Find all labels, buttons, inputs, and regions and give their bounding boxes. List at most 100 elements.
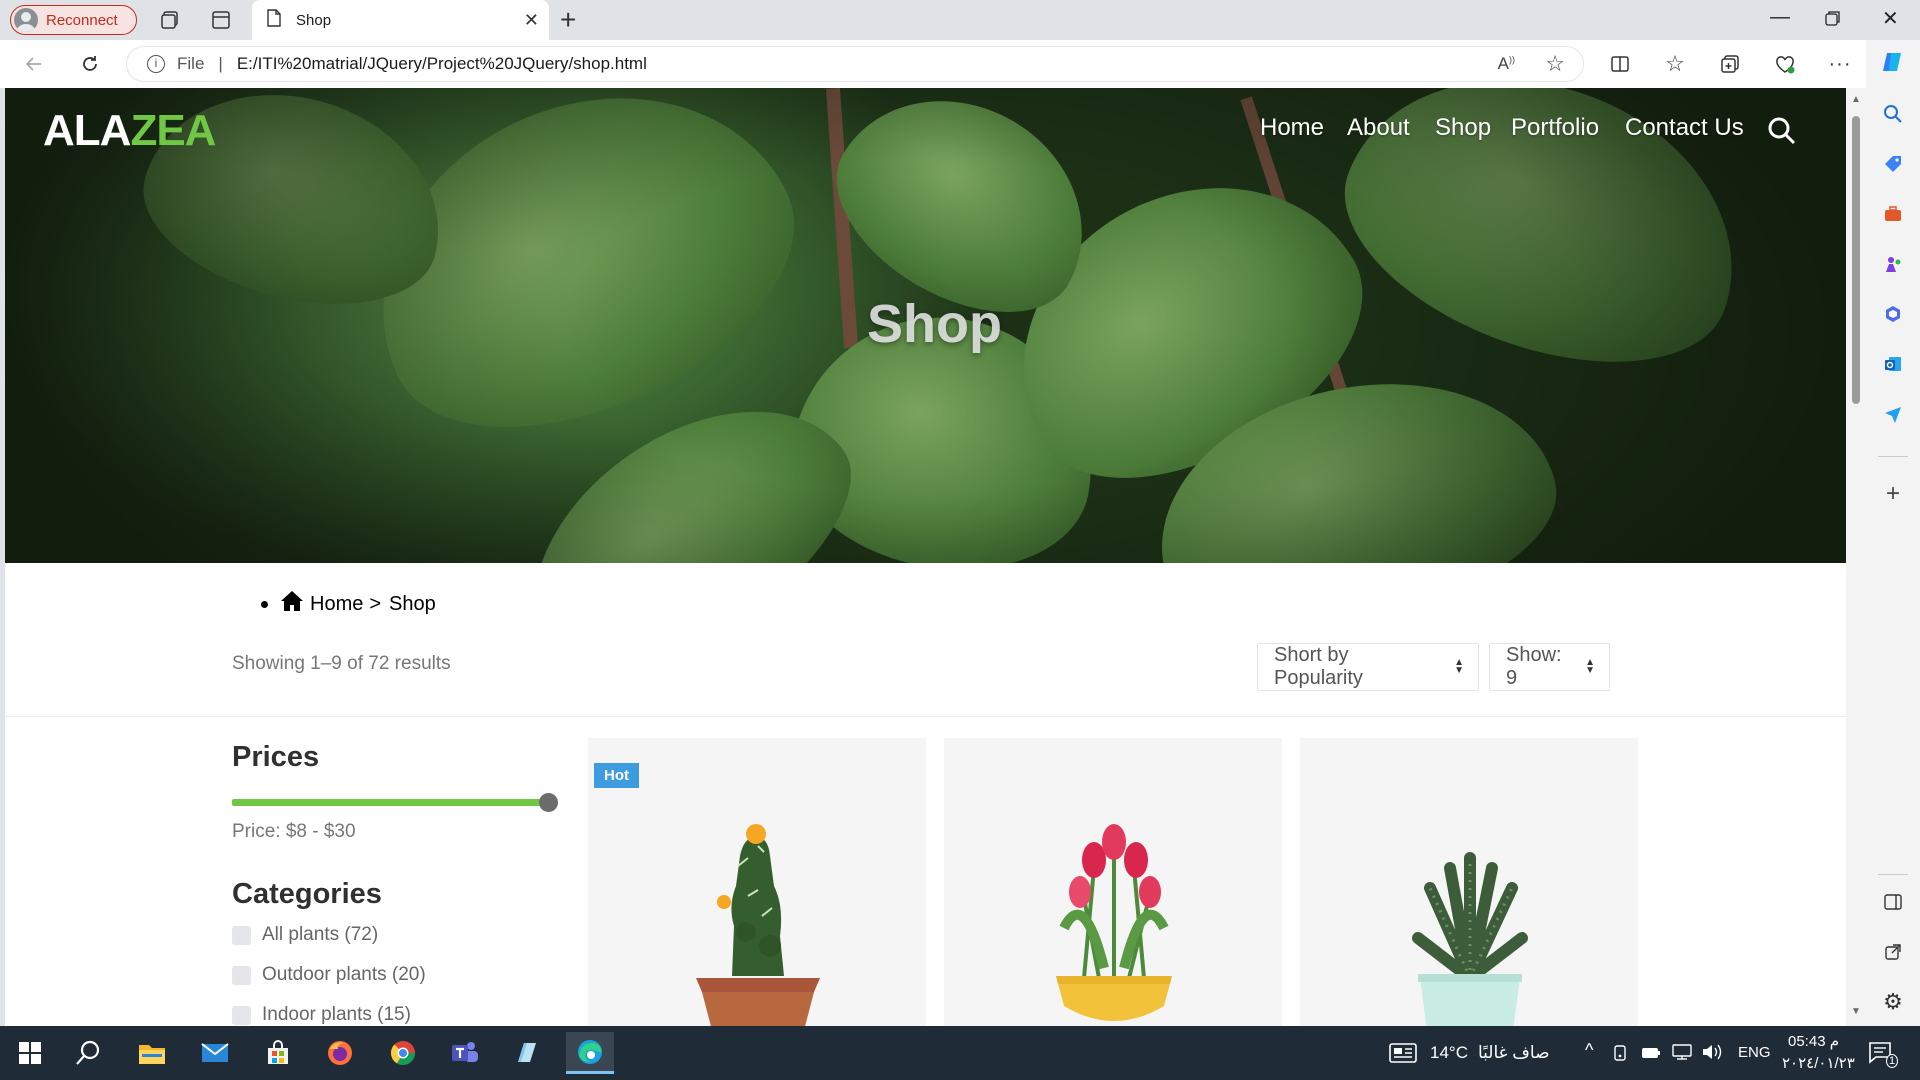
address-bar[interactable]: i File | E:/ITI%20matrial/JQuery/Project… (126, 46, 1584, 82)
nav-contact-us[interactable]: Contact Us (1625, 114, 1744, 142)
games-icon[interactable] (1881, 252, 1905, 276)
open-external-icon[interactable] (1881, 940, 1905, 964)
checkbox[interactable] (232, 925, 251, 945)
microsoft-store-icon[interactable] (254, 1032, 302, 1074)
edge-browser-icon[interactable] (566, 1032, 614, 1074)
device-icon[interactable] (1612, 1045, 1628, 1066)
site-info-icon[interactable]: i (147, 55, 165, 73)
close-tab-icon[interactable]: ✕ (524, 10, 539, 31)
close-window-icon[interactable]: ✕ (1882, 6, 1899, 31)
sort-select[interactable]: Short by Popularity ▲ ▼ (1257, 643, 1479, 691)
divider (1878, 874, 1908, 875)
page-viewport: ALAZEA Home About Shop Portfolio Contact… (5, 88, 1846, 1026)
product-card[interactable] (1300, 738, 1638, 1026)
browser-essentials-icon[interactable] (1771, 50, 1799, 78)
breadcrumb-home[interactable]: Home (310, 593, 363, 616)
nav-shop[interactable]: Shop (1435, 114, 1491, 142)
reconnect-label: Reconnect (46, 11, 118, 29)
hero-banner: ALAZEA Home About Shop Portfolio Contact… (5, 88, 1846, 563)
tab-shop[interactable]: Shop ✕ (252, 0, 549, 40)
back-icon[interactable] (20, 50, 48, 78)
nav-about[interactable]: About (1347, 114, 1410, 142)
battery-icon[interactable] (1641, 1046, 1661, 1064)
tools-briefcase-icon[interactable] (1881, 202, 1905, 226)
tulip-plant-image (1056, 824, 1172, 1021)
hide-sidebar-icon[interactable] (1881, 890, 1905, 914)
nav-portfolio[interactable]: Portfolio (1511, 114, 1599, 142)
address-bar-row: i File | E:/ITI%20matrial/JQuery/Project… (0, 40, 1920, 88)
select-arrows-icon: ▲ ▼ (1454, 657, 1464, 676)
copilot-icon[interactable] (1881, 50, 1905, 74)
breadcrumb-separator: > (369, 592, 382, 615)
microsoft-365-icon[interactable] (1881, 302, 1905, 326)
collections-icon[interactable] (1716, 50, 1744, 78)
file-label: File (177, 54, 205, 73)
site-logo[interactable]: ALAZEA (43, 106, 216, 156)
category-checkbox-outdoor[interactable]: Outdoor plants (20) (232, 964, 426, 986)
windows-start-icon[interactable] (6, 1032, 54, 1074)
checkbox[interactable] (232, 1005, 251, 1025)
show-count-select[interactable]: Show: 9 ▲ ▼ (1489, 643, 1610, 691)
price-slider-handle[interactable] (539, 793, 558, 812)
outlook-icon[interactable] (1881, 352, 1905, 376)
clock-time[interactable]: 05:43 م (1788, 1032, 1839, 1050)
shopping-tag-icon[interactable] (1881, 152, 1905, 176)
page-scrollbar[interactable]: ▲ ▼ (1846, 88, 1866, 1026)
bullet (261, 600, 268, 608)
refresh-icon[interactable] (76, 50, 104, 78)
volume-icon[interactable] (1701, 1043, 1723, 1066)
vertical-tabs-icon[interactable] (209, 8, 233, 32)
add-sidebar-app-icon[interactable]: + (1881, 480, 1905, 507)
new-tab-button[interactable]: + (560, 4, 576, 36)
divider (1878, 456, 1908, 457)
product-card[interactable] (944, 738, 1282, 1026)
search-icon[interactable] (1767, 116, 1797, 151)
favorites-icon[interactable]: ☆ (1661, 50, 1689, 78)
file-explorer-icon[interactable] (128, 1032, 176, 1074)
hero-title: Shop (867, 294, 1002, 354)
separator: | (218, 54, 223, 73)
minimize-icon[interactable]: — (1770, 6, 1790, 29)
search-icon[interactable] (1881, 102, 1905, 126)
reconnect-button[interactable]: Reconnect (10, 5, 137, 35)
mail-icon[interactable] (191, 1032, 239, 1074)
workspaces-icon[interactable] (158, 8, 182, 32)
product-card[interactable]: Hot (588, 738, 926, 1026)
restore-icon[interactable] (1825, 9, 1841, 32)
url-text[interactable]: E:/ITI%20matrial/JQuery/Project%20JQuery… (237, 54, 647, 74)
category-label: Indoor plants (15) (262, 1004, 411, 1025)
teams-icon[interactable] (441, 1032, 489, 1074)
read-aloud-icon[interactable]: A)) (1498, 54, 1515, 74)
taskbar-search-icon[interactable] (64, 1032, 112, 1074)
drop-send-icon[interactable] (1881, 402, 1905, 426)
breadcrumb: Home > Shop (261, 590, 436, 618)
chrome-icon[interactable] (379, 1032, 427, 1074)
price-slider-track[interactable] (232, 799, 554, 806)
show-hidden-icons-chevron-icon[interactable]: ^ (1585, 1040, 1593, 1061)
notes-app-icon[interactable] (503, 1032, 551, 1074)
nav-home[interactable]: Home (1260, 114, 1324, 142)
scroll-up-icon[interactable]: ▲ (1851, 94, 1861, 105)
sort-select-value: Short by Popularity (1274, 644, 1363, 689)
favorite-star-icon[interactable]: ☆ (1545, 51, 1565, 77)
clock-date[interactable]: ٢٠٢٤/٠١/٢٣ (1782, 1054, 1855, 1072)
results-count: Showing 1–9 of 72 results (232, 653, 451, 674)
category-checkbox-all[interactable]: All plants (72) (232, 924, 378, 946)
home-icon[interactable] (280, 590, 304, 618)
category-checkbox-indoor[interactable]: Indoor plants (15) (232, 1004, 411, 1026)
select-arrows-icon: ▲ ▼ (1585, 657, 1595, 676)
weather-news-icon[interactable] (1389, 1043, 1417, 1068)
split-screen-icon[interactable] (1606, 50, 1634, 78)
divider (5, 716, 1846, 717)
checkbox[interactable] (232, 965, 251, 985)
input-language[interactable]: ENG (1738, 1044, 1771, 1061)
profile-avatar-icon (14, 8, 38, 32)
scroll-down-icon[interactable]: ▼ (1851, 1006, 1861, 1017)
firefox-icon[interactable] (316, 1032, 364, 1074)
more-menu-icon[interactable]: ··· (1826, 50, 1854, 78)
weather-temperature[interactable]: 14°C (1430, 1043, 1468, 1063)
weather-condition[interactable]: صاف غالبًا (1478, 1043, 1550, 1063)
scrollbar-thumb[interactable] (1852, 116, 1860, 404)
network-icon[interactable] (1672, 1044, 1692, 1065)
settings-gear-icon[interactable]: ⚙ (1881, 989, 1905, 1014)
